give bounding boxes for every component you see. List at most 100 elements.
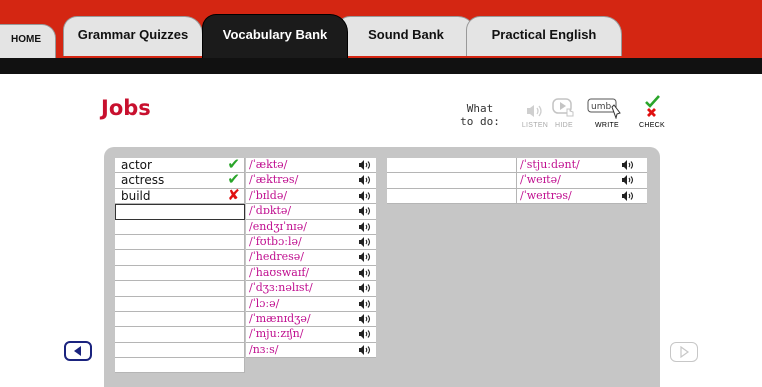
speaker-icon[interactable]	[621, 159, 635, 171]
play-hand-icon	[552, 98, 574, 117]
ipa-row: /ˈlɔːə/	[246, 296, 376, 312]
answer-row[interactable]: actor ✔	[115, 156, 245, 174]
ipa-text: /ˈdɒktə/	[249, 204, 292, 218]
answer-text: actress	[121, 173, 165, 188]
ipa-text: /ˈæktə/	[249, 158, 288, 171]
ipa-column-2: /ˈstjuːdənt/ /ˈweɪtə//ˈweɪtrəs/	[387, 158, 647, 205]
ipa-row: /ˈweɪtrəs/	[387, 188, 647, 205]
answer-column: actor ✔ actress ✔ build ✘	[115, 156, 245, 374]
answer-row[interactable]	[115, 234, 245, 251]
answer-row[interactable]	[115, 204, 245, 220]
speaker-icon[interactable]	[358, 190, 372, 202]
speaker-icon[interactable]	[358, 236, 372, 248]
ipa-text: /ˈdʒɜːnəlɪst/	[249, 281, 313, 295]
ipa-text: /ˈmjuːzɪʃn/	[249, 327, 304, 341]
speaker-icon[interactable]	[621, 190, 635, 202]
answer-text: build	[121, 188, 151, 203]
ipa-row: /ˈmjuːzɪʃn/	[246, 327, 376, 343]
ipa-row: /ˈbɪldə/	[246, 188, 376, 205]
speaker-icon[interactable]	[358, 174, 372, 186]
speaker-icon[interactable]	[358, 328, 372, 340]
ipa-row: /ˈæktə/	[246, 158, 376, 174]
speaker-icon	[527, 105, 542, 117]
answer-row[interactable]	[115, 219, 245, 235]
answer-row[interactable]	[115, 281, 245, 297]
check-button[interactable]: CHECK	[632, 95, 672, 129]
hide-button[interactable]: HIDE	[544, 95, 584, 129]
ipa-row: /ˈmænɪdʒə/	[246, 311, 376, 328]
tab-practical-english[interactable]: Practical English	[466, 16, 622, 56]
speaker-icon[interactable]	[358, 221, 372, 233]
ipa-cell: /ˈweɪtrəs/	[517, 189, 647, 203]
ipa-text: /ˈstjuːdənt/	[520, 158, 580, 171]
vocabulary-panel: actor ✔ actress ✔ build ✘ /ˈæktə/ /ˈæktrəs//ˈb…	[104, 147, 660, 387]
speaker-icon[interactable]	[358, 313, 372, 325]
ipa-text: /ˈbɪldə/	[249, 188, 288, 202]
tab-sound-bank[interactable]: Sound Bank	[336, 16, 476, 56]
ipa-text: /ˈlɔːə/	[249, 296, 280, 310]
answer-row[interactable]	[115, 342, 245, 359]
ipa-row: /ˈdʒɜːnəlɪst/	[246, 281, 376, 297]
answer-cell[interactable]	[387, 188, 517, 204]
tab-home[interactable]: HOME	[0, 24, 56, 58]
next-page-button[interactable]	[670, 342, 698, 362]
ipa-text: /endʒɪˈnɪə/	[249, 219, 307, 233]
ipa-text: /ˈfʊtbɔːlə/	[249, 234, 302, 248]
ipa-text: /nɜːs/	[249, 342, 279, 356]
speaker-icon[interactable]	[358, 298, 372, 310]
answer-cell[interactable]	[387, 173, 517, 188]
answer-row[interactable]	[115, 327, 245, 343]
ipa-text: /ˈweɪtə/	[520, 173, 561, 187]
nav-underline	[0, 58, 762, 74]
answer-row[interactable]	[115, 311, 245, 328]
what-to-do-line2: to do:	[460, 115, 500, 128]
ipa-row: /ˈæktrəs/	[246, 173, 376, 189]
arrow-right-icon	[680, 346, 690, 358]
ipa-text: /ˈhaʊswaɪf/	[249, 265, 310, 279]
speaker-icon[interactable]	[621, 174, 635, 186]
speaker-icon[interactable]	[358, 267, 372, 279]
incorrect-cross-icon: ✘	[227, 185, 240, 204]
speaker-icon[interactable]	[358, 205, 372, 217]
speaker-icon[interactable]	[358, 159, 372, 171]
answer-row[interactable]	[115, 250, 245, 266]
pencil-text-icon: umb	[587, 98, 621, 119]
ipa-row: /ˈdɒktə/	[246, 204, 376, 220]
write-label: WRITE	[594, 122, 620, 129]
previous-page-button[interactable]	[64, 341, 92, 361]
check-cross-icon	[645, 95, 660, 117]
ipa-row: /ˈhedresə/	[246, 250, 376, 266]
ipa-text: /ˈæktrəs/	[249, 173, 299, 187]
ipa-row: /ˈweɪtə/	[387, 173, 647, 189]
ipa-row: /ˈfʊtbɔːlə/	[246, 234, 376, 251]
page-title: Jobs	[101, 96, 151, 120]
what-to-do-label: What to do:	[458, 102, 502, 128]
ipa-text: /ˈweɪtrəs/	[520, 188, 572, 202]
hide-label: HIDE	[555, 122, 573, 129]
arrow-left-icon	[74, 346, 81, 356]
check-label: CHECK	[638, 122, 665, 129]
ipa-row: /endʒɪˈnɪə/	[246, 219, 376, 235]
answer-row[interactable]	[115, 358, 245, 374]
answer-row[interactable]: actress ✔	[115, 170, 245, 189]
answer-text: actor	[121, 158, 152, 172]
speaker-icon[interactable]	[358, 282, 372, 294]
answer-row[interactable]: build ✘	[115, 185, 245, 205]
what-to-do-line1: What	[466, 102, 494, 115]
ipa-cell: /ˈstjuːdənt/	[517, 158, 647, 172]
write-button[interactable]: umb WRITE	[587, 95, 627, 129]
tab-grammar-quizzes[interactable]: Grammar Quizzes	[63, 16, 203, 56]
ipa-row: /ˈstjuːdənt/	[387, 158, 647, 174]
ipa-row: /nɜːs/	[246, 342, 376, 359]
ipa-row: /ˈhaʊswaɪf/	[246, 265, 376, 282]
speaker-icon[interactable]	[358, 251, 372, 263]
correct-check-icon: ✔	[227, 170, 240, 189]
speaker-icon[interactable]	[358, 344, 372, 356]
ipa-text: /ˈhedresə/	[249, 250, 304, 264]
answer-cell[interactable]	[387, 158, 517, 173]
ipa-column-1: /ˈæktə/ /ˈæktrəs//ˈbɪldə/ /ˈdɒktə//endʒɪˈn…	[246, 158, 376, 359]
tab-vocabulary-bank[interactable]: Vocabulary Bank	[202, 14, 348, 58]
answer-row[interactable]	[115, 296, 245, 312]
ipa-cell: /ˈweɪtə/	[517, 173, 647, 187]
answer-row[interactable]	[115, 265, 245, 282]
